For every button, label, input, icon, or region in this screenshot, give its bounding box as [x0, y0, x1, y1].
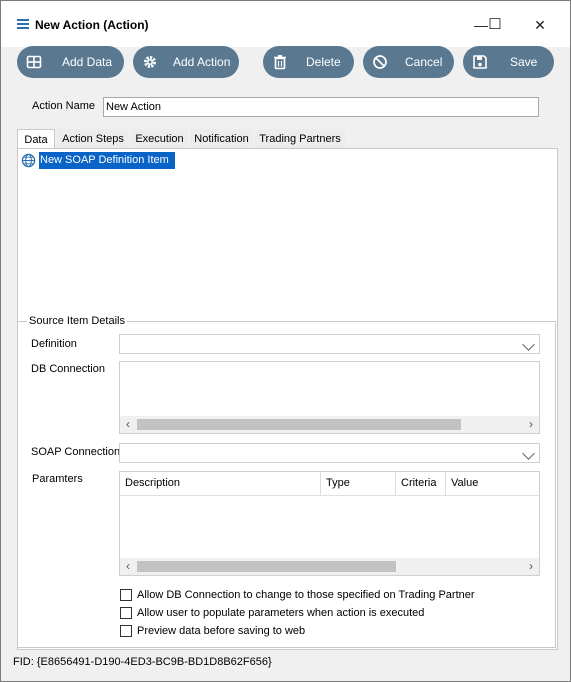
allow-db-connection-checkbox[interactable] [120, 589, 132, 601]
grid-header: Description Type Criteria Value [120, 472, 539, 496]
delete-button[interactable]: Delete [263, 46, 354, 78]
scroll-thumb[interactable] [137, 561, 396, 572]
dialog-window: New Action (Action) — ☐ ✕ Add Data Add A… [0, 0, 571, 682]
table-icon [26, 55, 42, 69]
parameters-grid[interactable]: Description Type Criteria Value ‹ › [119, 471, 540, 576]
menu-lines-icon [17, 19, 29, 29]
preview-data-checkbox[interactable] [120, 625, 132, 637]
preview-data-label: Preview data before saving to web [137, 625, 306, 637]
allow-user-params-checkbox[interactable] [120, 607, 132, 619]
parameters-label: Paramters [32, 473, 83, 485]
delete-label: Delete [306, 55, 341, 69]
column-criteria[interactable]: Criteria [396, 472, 446, 495]
scroll-left-icon[interactable]: ‹ [120, 558, 136, 575]
tab-notification[interactable]: Notification [190, 129, 253, 149]
tab-data[interactable]: Data [17, 129, 55, 149]
add-action-label: Add Action [173, 55, 231, 69]
gear-icon [144, 56, 156, 68]
db-connection-label: DB Connection [31, 363, 105, 375]
title-bar: New Action (Action) — ☐ ✕ [1, 1, 570, 47]
scroll-thumb[interactable] [137, 419, 461, 430]
action-name-value: New Action [106, 101, 162, 113]
source-item-details-title: Source Item Details [27, 315, 127, 327]
add-data-label: Add Data [62, 55, 113, 69]
db-connection-scrollbar[interactable]: ‹ › [120, 416, 539, 433]
floppy-disk-icon [473, 55, 487, 69]
tab-action-steps[interactable]: Action Steps [57, 129, 129, 149]
maximize-button[interactable]: ☐ [480, 11, 510, 39]
save-button[interactable]: Save [463, 46, 554, 78]
add-data-button[interactable]: Add Data [17, 46, 124, 78]
soap-connection-dropdown[interactable] [119, 443, 540, 463]
fid-text: FID: {E8656491-D190-4ED3-BC9B-BD1D8B62F6… [13, 656, 272, 668]
parameters-scrollbar[interactable]: ‹ › [120, 558, 539, 575]
tree-item-label: New SOAP Definition Item [39, 152, 175, 169]
soap-connection-label: SOAP Connection [31, 446, 121, 458]
trash-icon [274, 55, 286, 70]
tab-execution[interactable]: Execution [131, 129, 188, 149]
globe-icon [21, 153, 36, 168]
chevron-down-icon [522, 447, 535, 460]
allow-db-connection-label: Allow DB Connection to change to those s… [137, 589, 475, 601]
column-description[interactable]: Description [120, 472, 321, 495]
scroll-right-icon[interactable]: › [523, 416, 539, 433]
column-type[interactable]: Type [321, 472, 396, 495]
scroll-right-icon[interactable]: › [523, 558, 539, 575]
window-title: New Action (Action) [35, 18, 149, 32]
definition-label: Definition [31, 338, 77, 350]
cancel-label: Cancel [405, 55, 443, 69]
cancel-circle-icon [373, 55, 387, 69]
chevron-down-icon [522, 338, 535, 351]
action-name-label: Action Name [32, 100, 95, 112]
definition-dropdown[interactable] [119, 334, 540, 354]
close-button[interactable]: ✕ [525, 11, 555, 39]
scroll-left-icon[interactable]: ‹ [120, 416, 136, 433]
action-name-input[interactable]: New Action [103, 97, 539, 117]
db-connection-box[interactable]: ‹ › [119, 361, 540, 434]
add-action-button[interactable]: Add Action [133, 46, 239, 78]
cancel-button[interactable]: Cancel [363, 46, 454, 78]
save-label: Save [510, 55, 538, 69]
allow-user-params-label: Allow user to populate parameters when a… [137, 607, 425, 619]
column-value[interactable]: Value [446, 472, 539, 495]
tab-trading-partners[interactable]: Trading Partners [255, 129, 345, 149]
